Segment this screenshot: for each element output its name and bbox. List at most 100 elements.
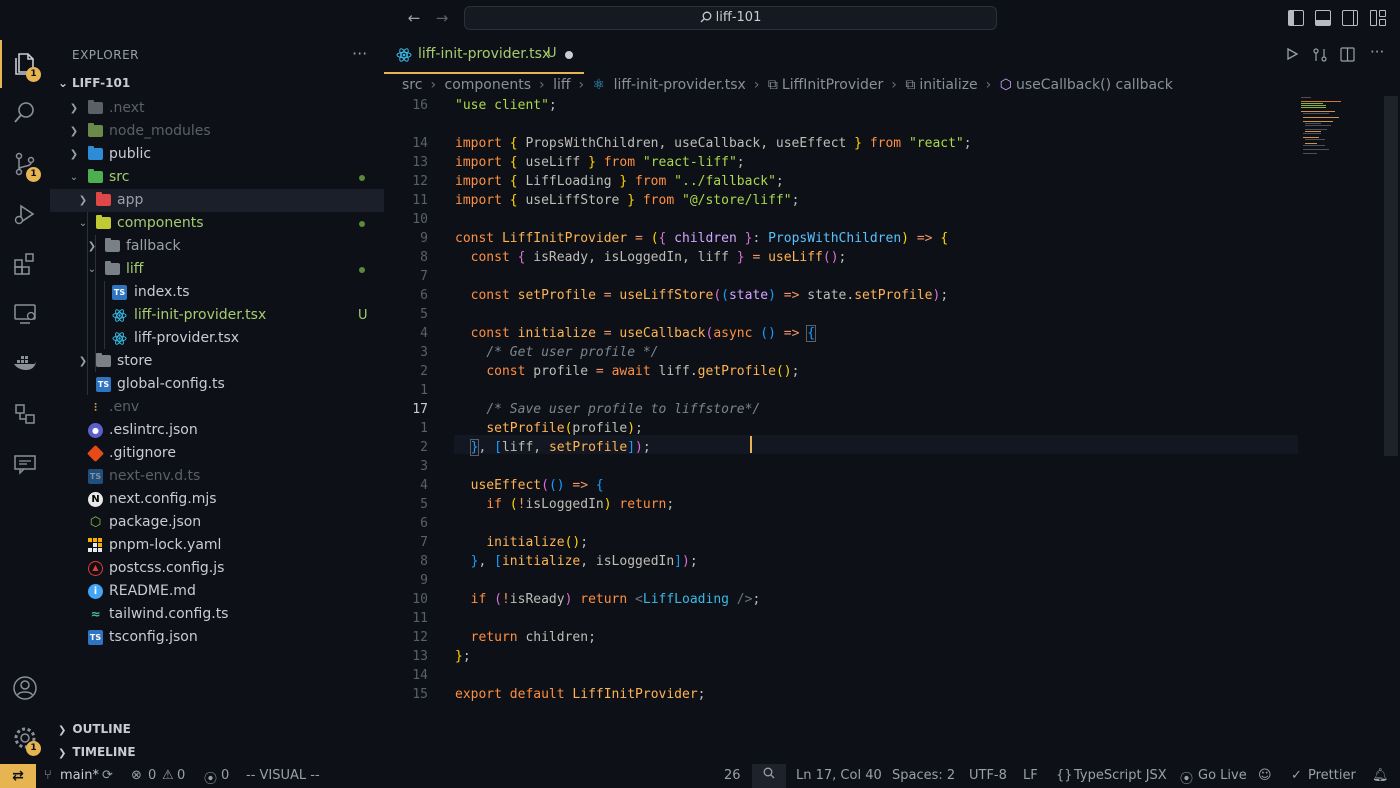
toggle-panel-icon[interactable]	[1315, 10, 1331, 26]
remote-indicator-icon[interactable]: ⇄	[0, 764, 36, 788]
tree-file-index-ts[interactable]: TS index.ts	[50, 281, 384, 304]
open-changes-icon[interactable]	[1312, 47, 1328, 67]
tree-file-pnpm-lock[interactable]: pnpm-lock.yaml	[50, 534, 384, 557]
tree-folder-app[interactable]: ❯ app	[50, 189, 384, 212]
react-file-icon: ⚛	[592, 77, 606, 93]
breadcrumb-item[interactable]: initialize	[919, 77, 977, 93]
explorer-title: EXPLORER	[72, 48, 139, 62]
project-folder-header[interactable]: ⌄ LIFF-101	[58, 76, 130, 90]
tree-label: .gitignore	[109, 445, 176, 461]
docker-icon[interactable]	[0, 340, 50, 388]
toggle-secondary-sidebar-icon[interactable]	[1342, 10, 1358, 26]
tree-file-liff-provider[interactable]: liff-provider.tsx	[50, 327, 384, 350]
language-mode[interactable]: TypeScript JSX	[1074, 768, 1167, 783]
breadcrumb-item[interactable]: src	[402, 77, 422, 93]
tree-file-tailwind[interactable]: ≈ tailwind.config.ts	[50, 603, 384, 626]
tab-label: liff-init-provider.tsx	[418, 46, 551, 62]
end-of-line[interactable]: LF	[1023, 768, 1038, 783]
breadcrumb-item[interactable]: useCallback() callback	[1016, 77, 1173, 93]
code-line: setProfile(profile);	[486, 421, 643, 436]
notifications-bell-icon[interactable]: 🔔︎	[1372, 768, 1389, 783]
encoding[interactable]: UTF-8	[969, 768, 1007, 783]
explorer-icon[interactable]: 1	[0, 40, 50, 88]
remote-explorer-icon[interactable]	[0, 290, 50, 338]
comments-icon[interactable]	[0, 440, 50, 488]
tree-folder-fallback[interactable]: ❯ fallback	[50, 235, 384, 258]
go-live-button[interactable]: Go Live	[1198, 768, 1247, 783]
outline-label: OUTLINE	[72, 722, 131, 736]
branch-name[interactable]: main*	[60, 768, 99, 783]
tree-folder-public[interactable]: ❯ public	[50, 143, 384, 166]
tree-file-next-env[interactable]: TS next-env.d.ts	[50, 465, 384, 488]
git-file-icon	[87, 445, 104, 462]
zoom-search-icon[interactable]	[752, 764, 786, 788]
forward-arrow-icon[interactable]: →	[432, 8, 452, 28]
tree-folder-src[interactable]: ⌄ src	[50, 166, 384, 189]
line-number: 3	[420, 345, 428, 360]
tree-folder-next[interactable]: ❯ .next	[50, 97, 384, 120]
run-debug-icon[interactable]	[0, 190, 50, 238]
line-number: 9	[420, 573, 428, 588]
timeline-section-header[interactable]: ❯ TIMELINE	[58, 745, 136, 759]
tree-file-liff-init-provider[interactable]: liff-init-provider.tsx U	[50, 304, 384, 327]
sync-icon[interactable]: ⟳	[102, 768, 113, 783]
split-editor-icon[interactable]	[1340, 47, 1355, 66]
tree-folder-store[interactable]: ❯ store	[50, 350, 384, 373]
code-line: const profile = await liff.getProfile();	[486, 364, 800, 379]
cursor-position[interactable]: Ln 17, Col 40	[796, 768, 882, 783]
tree-file-tsconfig[interactable]: TS tsconfig.json	[50, 626, 384, 649]
tree-file-eslintrc[interactable]: ● .eslintrc.json	[50, 419, 384, 442]
activity-bar: 1 1 1	[0, 36, 50, 764]
code-line: useEffect(() => {	[470, 478, 604, 493]
tree-file-global-config[interactable]: TS global-config.ts	[50, 373, 384, 396]
command-center[interactable]: liff-101	[464, 6, 997, 30]
source-control-icon[interactable]: 1	[0, 140, 50, 188]
tree-file-next-config[interactable]: N next.config.mjs	[50, 488, 384, 511]
symbol-variable-icon: ⧉	[905, 77, 916, 93]
tree-folder-components[interactable]: ⌄ components	[50, 212, 384, 235]
more-actions-icon[interactable]: ···	[352, 44, 367, 63]
tree-file-readme[interactable]: i README.md	[50, 580, 384, 603]
tree-label: .env	[109, 399, 140, 415]
toggle-primary-sidebar-icon[interactable]	[1288, 10, 1304, 26]
breadcrumb-item[interactable]: liff	[553, 77, 570, 93]
error-icon[interactable]: ⊗	[131, 768, 142, 783]
code-editor[interactable]: 16 14 13 12 11 10 9 8 7 6 5 4 3 2 1 17 1 2 3 4 5 6 7 8 9 10 11 12 13…	[384, 95, 1400, 764]
breadcrumb-item[interactable]: components	[445, 77, 532, 93]
projects-icon[interactable]	[0, 390, 50, 438]
vertical-scrollbar[interactable]	[1384, 96, 1398, 456]
chevron-down-icon: ⌄	[78, 218, 88, 229]
ports-icon[interactable]: ⦿	[204, 768, 217, 787]
tree-folder-liff[interactable]: ⌄ liff	[50, 258, 384, 281]
tree-file-gitignore[interactable]: .gitignore	[50, 442, 384, 465]
status-bar: ⇄ ⑂ main* ⟳ ⊗ 0 ⚠ 0 ⦿ 0 -- VISUAL -- 26 …	[0, 764, 1400, 788]
explorer-badge: 1	[26, 67, 41, 82]
warning-icon[interactable]: ⚠	[162, 768, 174, 783]
tree-file-env[interactable]: ⫶ .env	[50, 396, 384, 419]
back-arrow-icon[interactable]: ←	[404, 8, 424, 28]
chevron-right-icon: ❯	[78, 356, 88, 367]
outline-section-header[interactable]: ❯ OUTLINE	[58, 722, 131, 736]
prettier-button[interactable]: Prettier	[1308, 768, 1356, 783]
settings-gear-icon[interactable]: 1	[0, 714, 50, 762]
branch-icon[interactable]: ⑂	[44, 768, 52, 783]
extensions-icon[interactable]	[0, 240, 50, 288]
unsaved-dot-icon[interactable]	[565, 51, 573, 59]
tab-liff-init-provider[interactable]: liff-init-provider.tsx U	[384, 36, 584, 74]
account-icon[interactable]	[0, 664, 50, 712]
tree-folder-node-modules[interactable]: ❯ node_modules	[50, 120, 384, 143]
breadcrumb-item[interactable]: liff-init-provider.tsx	[614, 77, 746, 93]
breadcrumb-item[interactable]: LiffInitProvider	[782, 77, 883, 93]
timeline-label: TIMELINE	[72, 745, 136, 759]
folder-src-icon	[88, 169, 103, 183]
indentation[interactable]: Spaces: 2	[892, 768, 955, 783]
run-file-icon[interactable]	[1285, 47, 1299, 65]
minimap[interactable]	[1300, 95, 1372, 155]
search-icon[interactable]	[0, 88, 50, 136]
code-line-current: /* Save user profile to liffstore*/	[486, 402, 761, 417]
copilot-icon[interactable]: ☺	[1258, 768, 1272, 783]
tree-file-package-json[interactable]: ⬡ package.json	[50, 511, 384, 534]
customize-layout-icon[interactable]	[1370, 10, 1386, 26]
tree-file-postcss[interactable]: ▲ postcss.config.js	[50, 557, 384, 580]
more-actions-icon[interactable]: ···	[1370, 43, 1384, 61]
